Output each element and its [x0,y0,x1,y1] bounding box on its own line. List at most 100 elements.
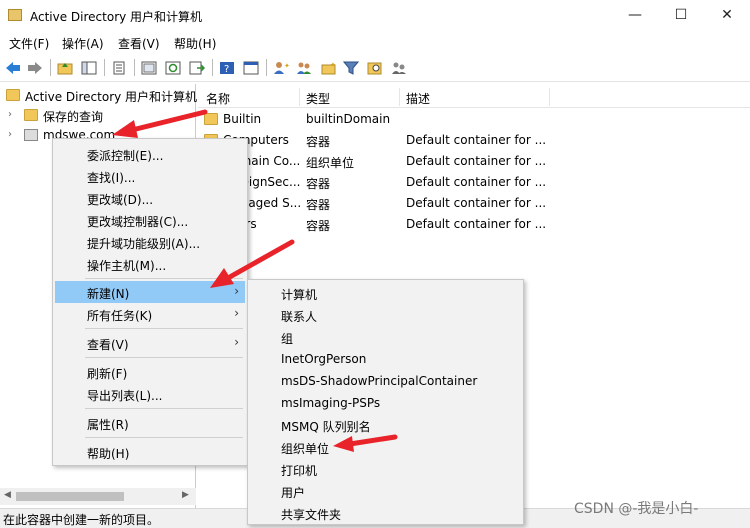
menu-item-label: 刷新(F) [87,367,128,381]
menu-separator [85,278,243,279]
list-row[interactable]: Users 容器 Default container for ... [198,214,750,235]
menu-item-view[interactable]: 查看(V) › [55,332,245,354]
new-submenu: 计算机 联系人 组 InetOrgPerson msDS-ShadowPrinc… [247,279,524,525]
domain-icon [24,129,38,141]
menu-item-properties[interactable]: 属性(R) [55,412,245,434]
menu-item-change-domain[interactable]: 更改域(D)... [55,187,245,209]
menu-item-label: 新建(N) [87,287,130,301]
column-divider[interactable] [299,88,300,106]
new-group-icon[interactable] [296,59,314,76]
toolbar-separator [212,59,213,76]
list-row[interactable]: Managed S... 容器 Default container for ..… [198,193,750,214]
menu-item-label: 委派控制(E)... [87,149,164,163]
submenu-item-label: 联系人 [281,310,318,324]
show-tree-icon[interactable] [80,59,98,76]
submenu-item-ou[interactable]: 组织单位 [250,436,522,458]
menu-item-new[interactable]: 新建(N) › [55,281,245,303]
menu-item-refresh[interactable]: 刷新(F) [55,361,245,383]
svg-text:✦: ✦ [330,61,336,69]
delegate-icon[interactable] [390,59,408,76]
new-ou-icon[interactable]: ✦ [320,59,338,76]
row-name: Builtin [223,112,262,126]
tree-item-saved-queries[interactable]: › 保存的查询 [0,106,196,126]
submenu-item-label: 组织单位 [281,442,330,456]
submenu-item-computer[interactable]: 计算机 [250,282,522,304]
menu-item-label: 导出列表(L)... [87,389,163,403]
aduc-icon [6,89,20,101]
scroll-right-icon[interactable]: ▶ [182,490,189,500]
menu-item-label: 帮助(H) [87,447,130,461]
submenu-item-printer[interactable]: 打印机 [250,458,522,480]
column-name[interactable]: 名称 [206,90,230,107]
menu-item-label: 查看(V) [87,338,129,352]
submenu-item-msimaging[interactable]: msImaging-PSPs [250,392,522,414]
up-folder-icon[interactable] [56,59,74,76]
menu-item-raise-level[interactable]: 提升域功能级别(A)... [55,231,245,253]
expand-arrow-icon[interactable]: › [8,129,12,140]
tree-root[interactable]: Active Directory 用户和计算机 [0,86,197,106]
show-console-icon[interactable] [242,59,260,76]
filter-icon[interactable] [342,59,360,76]
menu-item-find[interactable]: 查找(I)... [55,165,245,187]
row-type: builtinDomain [306,112,391,126]
help-icon[interactable]: ? [218,59,236,76]
back-icon[interactable] [4,59,22,76]
menu-separator [85,357,243,358]
menu-action[interactable]: 操作(A) [62,35,104,52]
submenu-arrow-icon: › [234,306,239,320]
tree-horizontal-scrollbar[interactable]: ◀ ▶ [0,488,196,505]
list-row[interactable]: Domain Co... 组织单位 Default container for … [198,151,750,172]
column-description[interactable]: 描述 [406,90,430,107]
folder-icon [24,109,38,121]
minimize-button[interactable]: — [612,0,658,30]
menu-item-change-dc[interactable]: 更改域控制器(C)... [55,209,245,231]
submenu-item-user[interactable]: 用户 [250,480,522,502]
column-type[interactable]: 类型 [306,90,330,107]
title-bar: Active Directory 用户和计算机 — ☐ ✕ [0,0,750,32]
menu-item-all-tasks[interactable]: 所有任务(K) › [55,303,245,325]
scroll-left-icon[interactable]: ◀ [4,490,11,500]
menu-item-export-list[interactable]: 导出列表(L)... [55,383,245,405]
submenu-item-label: msImaging-PSPs [281,396,381,410]
submenu-item-label: InetOrgPerson [281,352,367,366]
list-row[interactable]: Computers 容器 Default container for ... [198,130,750,151]
maximize-button[interactable]: ☐ [658,0,704,30]
submenu-item-shadow-principal[interactable]: msDS-ShadowPrincipalContainer [250,370,522,392]
list-row[interactable]: Builtin builtinDomain [198,109,750,130]
menu-file[interactable]: 文件(F) [9,35,49,52]
menu-item-operations-masters[interactable]: 操作主机(M)... [55,253,245,275]
menu-separator [85,437,243,438]
menu-item-help[interactable]: 帮助(H) [55,441,245,463]
console-icon[interactable] [140,59,158,76]
toolbar-separator [134,59,135,76]
find-icon[interactable] [366,59,384,76]
toolbar-separator [266,59,267,76]
submenu-item-label: 共享文件夹 [281,508,342,522]
menu-bar: 文件(F) 操作(A) 查看(V) 帮助(H) [0,32,750,54]
submenu-item-contact[interactable]: 联系人 [250,304,522,326]
properties-icon[interactable] [110,59,128,76]
submenu-item-msmq-alias[interactable]: MSMQ 队列别名 [250,414,522,436]
scroll-thumb[interactable] [16,492,124,501]
export-list-icon[interactable] [188,59,206,76]
menu-item-label: 更改域(D)... [87,193,154,207]
row-type: 容器 [306,198,331,212]
submenu-item-inetorgperson[interactable]: InetOrgPerson [250,348,522,370]
close-button[interactable]: ✕ [704,0,750,30]
svg-text:✦: ✦ [284,62,290,70]
new-user-icon[interactable]: ✦ [272,59,290,76]
menu-help[interactable]: 帮助(H) [174,35,216,52]
menu-item-label: 查找(I)... [87,171,136,185]
refresh-icon[interactable] [164,59,182,76]
menu-item-delegate-control[interactable]: 委派控制(E)... [55,143,245,165]
aduc-app-icon [8,9,22,21]
column-divider[interactable] [399,88,400,106]
submenu-item-shared-folder[interactable]: 共享文件夹 [250,502,522,524]
submenu-item-label: msDS-ShadowPrincipalContainer [281,374,478,388]
column-divider[interactable] [549,88,550,106]
expand-arrow-icon[interactable]: › [8,109,12,120]
submenu-item-group[interactable]: 组 [250,326,522,348]
list-row[interactable]: ForeignSec... 容器 Default container for .… [198,172,750,193]
menu-view[interactable]: 查看(V) [118,35,160,52]
forward-icon[interactable] [26,59,44,76]
